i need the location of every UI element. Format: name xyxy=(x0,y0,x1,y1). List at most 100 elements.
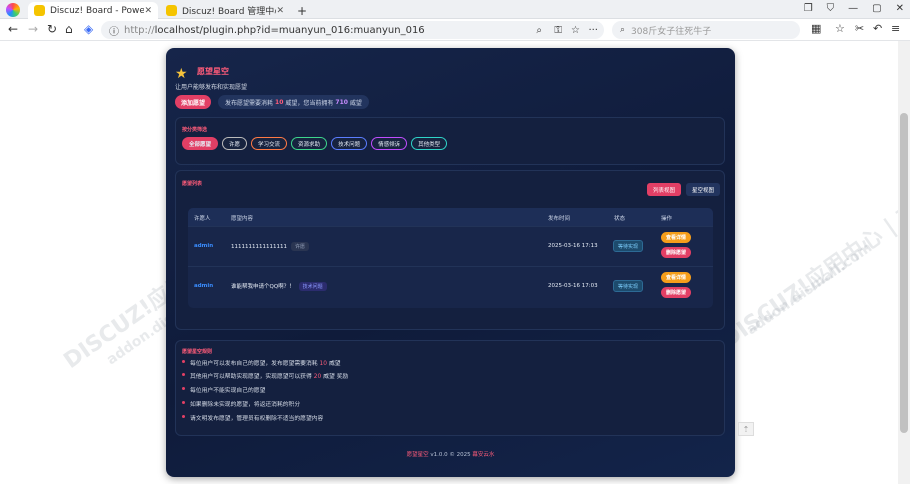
tab-label: Discuz! Board 管理中心 - 插 xyxy=(182,7,276,17)
rule-text: 威望 xyxy=(328,361,341,367)
menu-icon[interactable]: ≡ xyxy=(891,22,900,35)
status-badge: 等待实现 xyxy=(613,280,644,292)
rule-item: 其他用户可以帮助实现愿望，实现愿望可以获得 20 威望 奖励 xyxy=(181,371,348,380)
filter-chip[interactable]: 技术问题 xyxy=(331,137,368,150)
rule-value: 10 xyxy=(319,361,327,367)
list-title: 愿望列表 xyxy=(182,181,203,187)
reload-icon[interactable]: ↻ xyxy=(47,22,57,36)
footer-author-link[interactable]: 幕安云水 xyxy=(472,452,494,458)
filter-chip[interactable]: 许愿 xyxy=(222,137,248,150)
star-view-button[interactable]: 星空视图 xyxy=(686,183,721,196)
wish-text: 1111111111111111 xyxy=(231,244,287,250)
new-tab-button[interactable]: + xyxy=(291,2,307,19)
close-window-icon[interactable]: ✕ xyxy=(896,3,904,14)
page-footer: 愿望星空 v1.0.0 © 2025 幕安云水 xyxy=(166,450,735,458)
filter-chip[interactable]: 学习交流 xyxy=(251,137,288,150)
tab-list-icon[interactable]: ❐ xyxy=(804,3,813,14)
add-wish-button[interactable]: 添加愿望 xyxy=(175,95,212,109)
page-title: 愿望星空 xyxy=(197,67,229,76)
cost-value: 10 xyxy=(275,98,284,106)
browser-tab[interactable]: Discuz! Board 管理中心 - 插 ✕ xyxy=(160,2,290,19)
user-link[interactable]: admin xyxy=(194,283,213,289)
back-icon[interactable]: ← xyxy=(8,22,18,36)
footer-brand: 愿望星空 xyxy=(406,452,429,458)
close-tab-icon[interactable]: ✕ xyxy=(144,6,152,16)
balance-value: 710 xyxy=(335,98,348,106)
browser-tab-active[interactable]: Discuz! Board - Powered b ✕ xyxy=(28,2,158,19)
extension-icon[interactable]: ◈ xyxy=(84,22,93,36)
page-scrollbar[interactable] xyxy=(898,41,910,484)
column-header: 操作 xyxy=(661,216,673,222)
wish-table: 许愿人 愿望内容 发布时间 状态 操作 admin 11111111111111… xyxy=(188,208,713,308)
cost-text: 威望，您当前拥有 xyxy=(285,99,334,107)
collections-icon[interactable]: ⛉ xyxy=(827,3,835,14)
cost-info: 发布愿望需要消耗 10 威望，您当前拥有 710 威望 xyxy=(218,95,369,109)
column-header: 状态 xyxy=(614,216,626,222)
rule-item: 如果删除未实现的愿望，将返还消耗的积分 xyxy=(181,399,301,408)
category-tag: 许愿 xyxy=(291,242,310,251)
address-bar[interactable]: ⓘ http://localhost/plugin.php?id=muanyun… xyxy=(101,21,604,39)
wish-list-panel: 愿望列表 列表视图 星空视图 许愿人 愿望内容 发布时间 状态 操作 admin… xyxy=(175,170,725,330)
scrollbar-thumb[interactable] xyxy=(900,113,908,433)
discuz-favicon-icon xyxy=(34,5,45,16)
rule-text: 请文明发布愿望，管理员有权删除不适当的愿望内容 xyxy=(190,416,324,422)
search-placeholder: 308斤女子往死牛子 xyxy=(631,26,712,37)
column-header: 许愿人 xyxy=(194,216,211,222)
window-controls: ❐ ⛉ — ▢ ✕ xyxy=(804,3,904,14)
key-icon[interactable]: ⚿ xyxy=(554,25,562,36)
table-row: admin 1111111111111111 许愿 2025-03-16 17:1… xyxy=(188,226,713,266)
table-header: 许愿人 愿望内容 发布时间 状态 操作 xyxy=(188,208,713,226)
maximize-icon[interactable]: ▢ xyxy=(872,3,881,14)
lock-icon: ⓘ xyxy=(109,26,119,38)
apps-grid-icon[interactable]: ▦ xyxy=(811,22,821,35)
minimize-icon[interactable]: — xyxy=(848,3,858,14)
rule-item: 每位用户可以发布自己的愿望，发布愿望需要消耗 10 威望 xyxy=(182,358,341,367)
page-subtitle: 让用户能够发布和实现愿望 xyxy=(175,84,248,91)
home-icon[interactable]: ⌂ xyxy=(65,22,73,36)
rule-value: 20 xyxy=(313,374,322,380)
user-link[interactable]: admin xyxy=(194,243,213,249)
wish-text: 谁能帮我申请个QQ啊？！ xyxy=(231,284,295,290)
wish-content: 1111111111111111 许愿 xyxy=(231,242,310,251)
url-prefix: http:// xyxy=(124,24,155,36)
footer-version: v1.0.0 © 2025 xyxy=(430,452,471,458)
screenshot-icon[interactable]: ✂ xyxy=(855,22,864,35)
favorites-icon[interactable]: ☆ xyxy=(835,22,845,35)
back-to-top-button[interactable]: ⇡ xyxy=(738,422,754,436)
rule-text: 其他用户可以帮助实现愿望，实现愿望可以获得 xyxy=(190,374,312,380)
close-tab-icon[interactable]: ✕ xyxy=(276,6,284,16)
arrow-up-icon: ⇡ xyxy=(742,424,750,434)
filter-chip[interactable]: 其他类型 xyxy=(411,137,448,150)
filter-chip-all[interactable]: 全部愿望 xyxy=(182,137,219,150)
filter-panel: 按分类筛选 全部愿望 许愿 学习交流 资源求助 技术问题 情感倾诉 其他类型 xyxy=(175,117,725,165)
browser-toolbar: ← → ↻ ⌂ ◈ ⓘ http://localhost/plugin.php?… xyxy=(0,19,910,41)
favorite-star-icon[interactable]: ☆ xyxy=(571,25,580,36)
more-icon[interactable]: ··· xyxy=(588,25,598,36)
help-wish-button[interactable]: 查看详情 xyxy=(661,272,692,283)
discuz-favicon-icon xyxy=(166,5,177,16)
rule-text: 如果删除未实现的愿望，将返还消耗的积分 xyxy=(190,402,301,408)
search-input[interactable]: ⌕ 308斤女子往死牛子 xyxy=(612,21,800,39)
wish-content: 谁能帮我申请个QQ啊？！ 技术问题 xyxy=(231,282,327,291)
filter-chip[interactable]: 情感倾诉 xyxy=(371,137,408,150)
watermark-text: DISCUZ!应用中心 | 贰道 xyxy=(717,184,898,354)
help-wish-button[interactable]: 查看详情 xyxy=(661,232,692,243)
rule-text: 每位用户不能实现自己的愿望 xyxy=(190,388,266,394)
filter-chips: 全部愿望 许愿 学习交流 资源求助 技术问题 情感倾诉 其他类型 xyxy=(182,137,448,150)
rule-item: 请文明发布愿望，管理员有权删除不适当的愿望内容 xyxy=(181,413,324,422)
undo-icon[interactable]: ↶ xyxy=(873,22,882,35)
status-badge: 等待实现 xyxy=(613,240,644,252)
filter-chip[interactable]: 资源求助 xyxy=(291,137,328,150)
page-viewport: DISCUZ!应用中心 addon.dismall.com DISCUZ!应用中… xyxy=(0,41,898,484)
cost-text: 发布愿望需要消耗 xyxy=(225,99,274,107)
zoom-icon[interactable]: ⌕ xyxy=(536,25,542,36)
column-header: 发布时间 xyxy=(548,216,571,222)
wish-time: 2025-03-16 17:03 xyxy=(548,283,598,289)
browser-tab-strip: Discuz! Board - Powered b ✕ Discuz! Boar… xyxy=(0,0,910,19)
rules-panel: 愿望星空规则 每位用户可以发布自己的愿望，发布愿望需要消耗 10 威望 其他用户可以… xyxy=(175,340,725,436)
delete-wish-button[interactable]: 删除愿望 xyxy=(661,287,692,298)
list-view-button[interactable]: 列表视图 xyxy=(647,183,682,196)
delete-wish-button[interactable]: 删除愿望 xyxy=(661,247,692,258)
forward-icon[interactable]: → xyxy=(28,22,38,36)
cost-text: 威望 xyxy=(349,99,362,107)
